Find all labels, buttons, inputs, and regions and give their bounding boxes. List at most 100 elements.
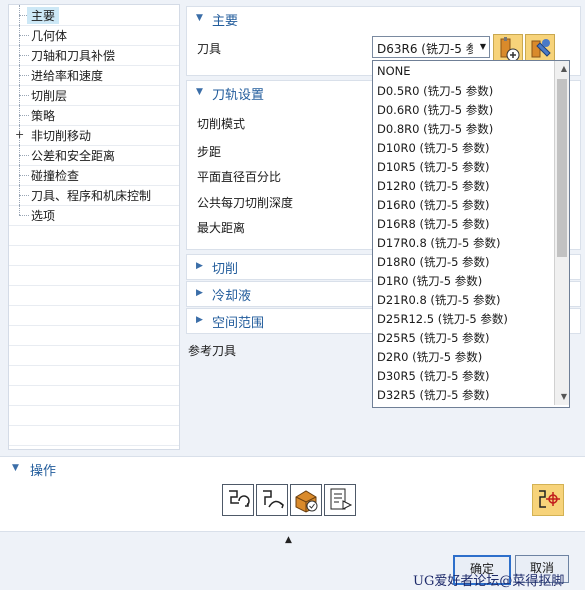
tree-connector: [19, 55, 29, 56]
section-main-header[interactable]: ▼ 主要: [186, 6, 581, 32]
tree-empty-row: [9, 425, 179, 446]
tree-empty-row: [9, 365, 179, 386]
tree-item-label: 几何体: [31, 29, 68, 43]
display-icon: [539, 490, 560, 508]
tree-item-main[interactable]: 主要: [9, 5, 179, 26]
tree-connector: [19, 35, 29, 36]
tree-connector: [19, 155, 29, 156]
replay-button[interactable]: [256, 484, 288, 516]
field-depth-per-cut-label: 公共每刀切削深度: [197, 196, 294, 210]
chevron-up-icon[interactable]: ▲: [285, 535, 292, 545]
dropdown-option[interactable]: D18R0 (铣刀-5 参数): [375, 252, 551, 271]
tree-item-tool-axis[interactable]: 刀轴和刀具补偿: [9, 45, 179, 66]
dropdown-option[interactable]: D1R0 (铣刀-5 参数): [375, 271, 551, 290]
tree-item-feeds[interactable]: 进给率和速度: [9, 65, 179, 86]
expand-plus-icon[interactable]: +: [15, 129, 24, 140]
tree-connector: [19, 75, 29, 76]
tree-connector: [19, 115, 29, 116]
dropdown-option[interactable]: D21R0.8 (铣刀-5 参数): [375, 290, 551, 309]
tree-item-label: 策略: [31, 109, 56, 123]
tree-item-geometry[interactable]: 几何体: [9, 25, 179, 46]
tree-connector: [19, 215, 29, 216]
triangle-collapse-icon: ▼: [196, 13, 203, 23]
reference-tool-label: 参考刀具: [188, 344, 237, 358]
dropdown-option[interactable]: D25R5 (铣刀-5 参数): [375, 328, 551, 347]
tool-select[interactable]: D63R6 (铣刀-5 参 ▼: [372, 36, 490, 58]
triangle-expand-icon: ▶: [196, 288, 203, 298]
tree-connector: [19, 175, 29, 176]
dropdown-option[interactable]: D17R0.8 (铣刀-5 参数): [375, 233, 551, 252]
tree-item-label: 主要: [27, 7, 60, 24]
dropdown-scrollbar[interactable]: ▲ ▼: [554, 61, 569, 405]
dropdown-option[interactable]: D12R0 (铣刀-5 参数): [375, 176, 551, 195]
tree-empty-row: [9, 385, 179, 406]
triangle-expand-icon: ▶: [196, 315, 203, 325]
triangle-collapse-icon[interactable]: ▼: [12, 463, 19, 473]
verify-button[interactable]: [290, 484, 322, 516]
dropdown-option[interactable]: D16R8 (铣刀-5 参数): [375, 214, 551, 233]
dropdown-option[interactable]: D25R12.5 (铣刀-5 参数): [375, 309, 551, 328]
tool-label: 刀具: [197, 42, 222, 56]
dropdown-option[interactable]: D0.6R0 (铣刀-5 参数): [375, 100, 551, 119]
tree-empty-row: [9, 345, 179, 366]
chevron-down-icon: ▼: [479, 42, 486, 51]
tree-item-label: 非切削移动: [31, 129, 92, 143]
tree-item-strategy[interactable]: 策略: [9, 105, 179, 126]
dropdown-option[interactable]: D16R0 (铣刀-5 参数): [375, 195, 551, 214]
tree-item-non-cutting[interactable]: + 非切削移动: [9, 125, 179, 146]
scroll-up-arrow-icon[interactable]: ▲: [561, 64, 567, 73]
tree-item-cut-levels[interactable]: 切削层: [9, 85, 179, 106]
tree-item-label: 碰撞检查: [31, 169, 80, 183]
field-flat-diameter-label: 平面直径百分比: [197, 170, 282, 184]
dropdown-option[interactable]: D10R0 (铣刀-5 参数): [375, 138, 551, 157]
generate-icon: [229, 490, 250, 507]
tree-connector: [19, 95, 29, 96]
generate-button[interactable]: [222, 484, 254, 516]
field-max-distance-label: 最大距离: [197, 221, 246, 235]
dropdown-option[interactable]: D30R5 (铣刀-5 参数): [375, 366, 551, 385]
tree-item-label: 进给率和速度: [31, 69, 104, 83]
dropdown-option[interactable]: D32R5 (铣刀-5 参数): [375, 385, 551, 404]
tree-empty-row: [9, 225, 179, 246]
tree-empty-row: [9, 265, 179, 286]
dropdown-option[interactable]: NONE: [375, 62, 551, 81]
tree-item-label: 选项: [31, 209, 56, 223]
list-button[interactable]: [324, 484, 356, 516]
tree-empty-row: [9, 245, 179, 266]
field-cut-pattern-label: 切削模式: [197, 117, 246, 131]
dropdown-option[interactable]: D0.8R0 (铣刀-5 参数): [375, 119, 551, 138]
dropdown-option[interactable]: D2R0 (铣刀-5 参数): [375, 347, 551, 366]
tree-item-machine-control[interactable]: 刀具、程序和机床控制: [9, 185, 179, 206]
field-stepover-label: 步距: [197, 145, 222, 159]
scroll-down-arrow-icon[interactable]: ▼: [561, 392, 567, 401]
operations-title: 操作: [30, 464, 57, 479]
tool-select-value: D63R6 (铣刀-5 参: [377, 42, 473, 56]
watermark-text: UG爱好者论坛@菜得抠脚: [413, 574, 565, 589]
display-button[interactable]: [532, 484, 564, 516]
navigation-tree: 主要 几何体 刀轴和刀具补偿 进给率和速度 切削层 策略 + 非切削移动 公差和安…: [8, 4, 180, 450]
dropdown-option[interactable]: D0.5R0 (铣刀-5 参数): [375, 81, 551, 100]
tree-item-label: 刀具、程序和机床控制: [31, 189, 152, 203]
tree-empty-row: [9, 325, 179, 346]
section-title: 切削: [212, 262, 239, 277]
new-tool-icon: [500, 37, 520, 62]
tool-dropdown-list[interactable]: NONE D0.5R0 (铣刀-5 参数) D0.6R0 (铣刀-5 参数) D…: [372, 60, 570, 408]
dropdown-option[interactable]: D10R5 (铣刀-5 参数): [375, 157, 551, 176]
section-title: 冷却液: [212, 289, 252, 304]
triangle-collapse-icon: ▼: [196, 87, 203, 97]
tree-empty-row: [9, 305, 179, 326]
tree-connector: [19, 205, 21, 215]
tree-empty-row: [9, 285, 179, 306]
section-title: 刀轨设置: [212, 88, 265, 103]
tree-item-tolerance[interactable]: 公差和安全距离: [9, 145, 179, 166]
scrollbar-thumb[interactable]: [557, 79, 567, 257]
list-icon: [330, 488, 353, 510]
tree-item-label: 切削层: [31, 89, 68, 103]
tree-empty-row: [9, 405, 179, 426]
triangle-expand-icon: ▶: [196, 261, 203, 271]
verify-icon: [295, 490, 318, 513]
tree-item-label: 公差和安全距离: [31, 149, 116, 163]
tree-item-collision[interactable]: 碰撞检查: [9, 165, 179, 186]
tree-item-options[interactable]: 选项: [9, 205, 179, 226]
tree-item-label: 刀轴和刀具补偿: [31, 49, 116, 63]
